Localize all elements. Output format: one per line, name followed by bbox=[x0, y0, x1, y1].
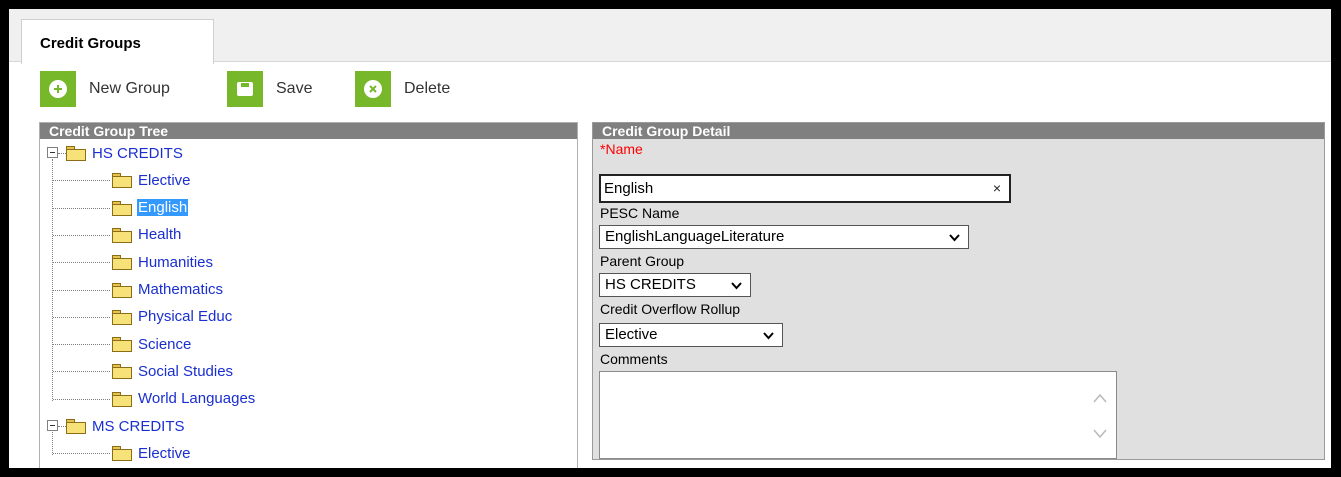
tree-item-label[interactable]: Health bbox=[137, 226, 182, 243]
tree-connector bbox=[58, 426, 66, 427]
credit-overflow-rollup-label: Credit Overflow Rollup bbox=[600, 301, 741, 317]
save-icon bbox=[227, 71, 263, 107]
tree-item[interactable]: Mathematics bbox=[112, 278, 224, 302]
new-group-button[interactable]: New Group bbox=[40, 71, 170, 107]
tree-connector bbox=[53, 371, 110, 373]
tree-item-label[interactable]: Mathematics bbox=[137, 281, 224, 298]
tab-credit-groups-label: Credit Groups bbox=[40, 35, 141, 52]
folder-icon bbox=[112, 391, 133, 407]
tree-group-label[interactable]: HS CREDITS bbox=[91, 145, 184, 162]
plus-circle-icon bbox=[40, 71, 76, 107]
tree-item[interactable]: Elective bbox=[112, 168, 192, 192]
comments-label: Comments bbox=[600, 351, 668, 367]
tree-item-label[interactable]: Elective bbox=[137, 445, 192, 462]
tree-item-label[interactable]: World Languages bbox=[137, 390, 256, 407]
tree-connector bbox=[53, 180, 110, 182]
tree-item[interactable]: Physical Educ bbox=[112, 305, 233, 329]
chevron-down-icon bbox=[763, 332, 774, 340]
tree-item[interactable]: Elective bbox=[112, 441, 192, 465]
credit-groups-screen: Credit Groups New Group Save Delete Cred… bbox=[9, 9, 1331, 468]
tab-credit-groups[interactable]: Credit Groups bbox=[21, 19, 214, 64]
tree-group-node[interactable]: MS CREDITS bbox=[66, 414, 186, 438]
tree-item[interactable]: World Languages bbox=[112, 387, 256, 411]
delete-button[interactable]: Delete bbox=[355, 71, 450, 107]
tree-group-label[interactable]: MS CREDITS bbox=[91, 418, 186, 435]
tree-connector bbox=[52, 159, 53, 401]
tree-item[interactable]: Social Studies bbox=[112, 359, 234, 383]
tree-connector bbox=[53, 316, 110, 318]
folder-icon bbox=[66, 145, 87, 161]
folder-icon bbox=[112, 172, 133, 189]
save-label: Save bbox=[276, 80, 313, 97]
name-field[interactable]: × bbox=[599, 174, 1011, 203]
name-label: *Name bbox=[600, 141, 643, 157]
tree-item-label[interactable]: Humanities bbox=[137, 254, 214, 271]
tree-connector bbox=[53, 262, 110, 264]
pesc-name-select[interactable]: EnglishLanguageLiterature bbox=[599, 225, 969, 249]
tree-panel-title: Credit Group Tree bbox=[40, 123, 577, 139]
tree-item-label[interactable]: Physical Educ bbox=[137, 308, 233, 325]
pesc-name-value: EnglishLanguageLiterature bbox=[605, 228, 785, 245]
collapse-icon[interactable] bbox=[47, 147, 58, 158]
pesc-name-label: PESC Name bbox=[600, 205, 680, 221]
tree-item-label[interactable]: English bbox=[137, 199, 189, 217]
tab-strip: Credit Groups bbox=[9, 9, 1331, 64]
folder-icon bbox=[66, 418, 87, 434]
credit-group-tree-panel: Credit Group Tree HS CREDITS Elective Engl… bbox=[39, 122, 578, 468]
detail-panel-title: Credit Group Detail bbox=[593, 123, 1324, 139]
folder-icon bbox=[112, 282, 133, 298]
parent-group-label: Parent Group bbox=[600, 253, 685, 269]
tree-connector bbox=[53, 398, 110, 400]
name-input[interactable] bbox=[604, 180, 974, 197]
folder-icon bbox=[112, 336, 133, 353]
tree-connector bbox=[53, 289, 110, 291]
tree-item-label[interactable]: Elective bbox=[137, 172, 192, 189]
tree-item[interactable]: Humanities bbox=[112, 250, 214, 274]
tree-group-node[interactable]: HS CREDITS bbox=[66, 141, 184, 165]
clear-icon[interactable]: × bbox=[993, 180, 1001, 196]
save-button[interactable]: Save bbox=[227, 71, 312, 107]
x-circle-icon bbox=[355, 71, 391, 107]
tree-item-label[interactable]: Science bbox=[137, 336, 192, 353]
new-group-label: New Group bbox=[89, 80, 170, 97]
tree-item-label[interactable]: Social Studies bbox=[137, 363, 234, 380]
tree-item[interactable]: Health bbox=[112, 223, 182, 247]
credit-overflow-rollup-select[interactable]: Elective bbox=[599, 323, 783, 347]
tree-item[interactable]: Science bbox=[112, 332, 192, 356]
scroll-down-icon[interactable] bbox=[1092, 428, 1108, 440]
tree-connector bbox=[53, 207, 110, 209]
delete-label: Delete bbox=[404, 80, 451, 97]
folder-icon bbox=[112, 254, 133, 271]
folder-icon bbox=[112, 227, 133, 243]
tree-connector bbox=[53, 234, 110, 236]
tree-item[interactable]: English bbox=[112, 196, 189, 220]
credit-overflow-rollup-value: Elective bbox=[605, 326, 658, 343]
folder-icon bbox=[112, 309, 133, 325]
collapse-icon[interactable] bbox=[47, 420, 58, 431]
credit-group-detail-panel: Credit Group Detail *Name × PESC Name En… bbox=[592, 122, 1325, 460]
folder-icon bbox=[112, 363, 133, 380]
parent-group-select[interactable]: HS CREDITS bbox=[599, 273, 751, 297]
comments-textarea[interactable] bbox=[599, 371, 1117, 459]
tree-connector bbox=[58, 153, 66, 154]
scroll-up-icon[interactable] bbox=[1092, 392, 1108, 404]
chevron-down-icon bbox=[731, 282, 742, 290]
folder-icon bbox=[112, 445, 133, 462]
tree-connector bbox=[52, 432, 53, 456]
toolbar: New Group Save Delete bbox=[9, 71, 1331, 109]
tree-connector bbox=[53, 344, 110, 346]
chevron-down-icon bbox=[949, 234, 960, 242]
name-label-text: Name bbox=[605, 141, 643, 157]
parent-group-value: HS CREDITS bbox=[605, 276, 696, 293]
folder-icon bbox=[112, 200, 133, 216]
tree-connector bbox=[53, 453, 110, 455]
